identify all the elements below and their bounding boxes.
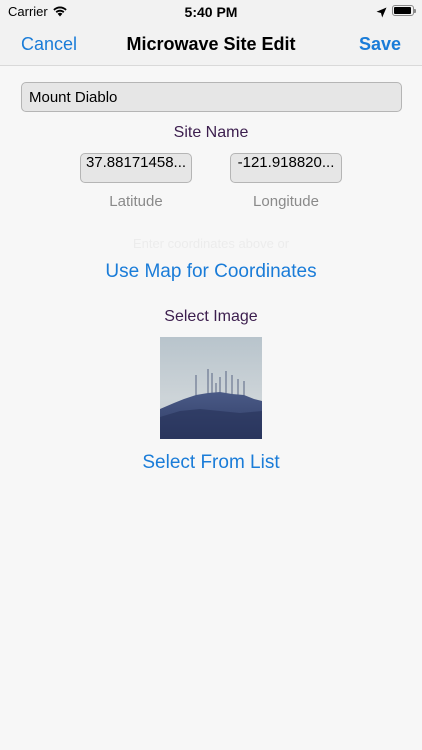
select-from-list-button[interactable]: Select From List: [0, 452, 422, 474]
status-bar: Carrier 5:40 PM: [0, 0, 422, 24]
longitude-label: Longitude: [253, 193, 319, 210]
save-button[interactable]: Save: [359, 34, 401, 55]
status-time: 5:40 PM: [184, 4, 238, 20]
location-arrow-icon: [376, 5, 387, 23]
use-map-button[interactable]: Use Map for Coordinates: [0, 261, 422, 283]
battery-nub: [414, 9, 416, 13]
site-name-label: Site Name: [173, 124, 249, 141]
latitude-input[interactable]: 37.88171458...: [80, 153, 192, 183]
coordinates-hint: Enter coordinates above or: [132, 236, 290, 251]
site-image[interactable]: [160, 337, 262, 439]
longitude-input[interactable]: -121.918820...: [230, 153, 342, 183]
battery-icon: [392, 5, 416, 16]
battery-fill: [394, 7, 412, 14]
select-image-label: Select Image: [164, 308, 258, 325]
navigation-bar: Cancel Microwave Site Edit Save: [0, 24, 422, 66]
latitude-label: Latitude: [109, 193, 163, 210]
site-name-input[interactable]: [21, 82, 402, 112]
cancel-button[interactable]: Cancel: [21, 34, 77, 55]
